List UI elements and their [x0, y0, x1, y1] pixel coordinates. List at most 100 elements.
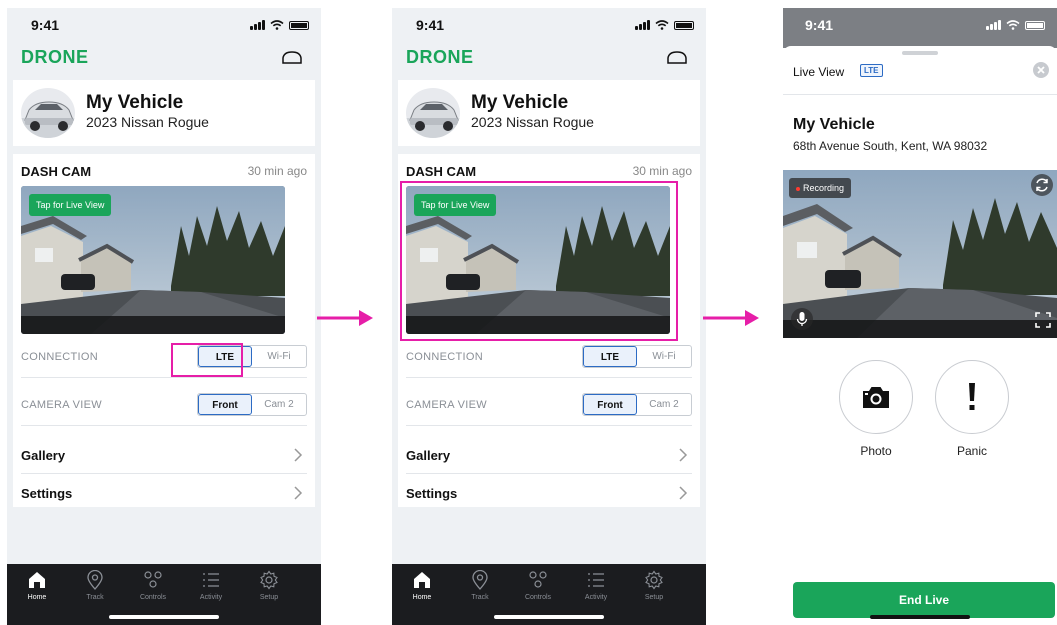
camera-view-label: CAMERA VIEW — [21, 399, 102, 411]
tab-activity[interactable]: Activity — [576, 570, 616, 601]
signal-icon — [986, 20, 1001, 30]
dashcam-updated: 30 min ago — [632, 164, 692, 178]
location-pin-icon — [87, 570, 103, 590]
tab-controls[interactable]: Controls — [518, 570, 558, 601]
gallery-row[interactable]: Gallery — [21, 436, 307, 474]
camera-view-label: CAMERA VIEW — [406, 399, 487, 411]
tab-home[interactable]: Home — [402, 570, 442, 601]
vehicle-icon[interactable] — [281, 50, 303, 66]
home-icon — [414, 572, 430, 588]
vehicle-address: 68th Avenue South, Kent, WA 98032 — [793, 139, 988, 153]
panic-button[interactable] — [935, 360, 1009, 434]
gear-icon — [645, 570, 663, 590]
status-bar: 9:41 — [7, 8, 321, 44]
tab-setup[interactable]: Setup — [634, 570, 674, 601]
vehicle-name: My Vehicle — [471, 92, 569, 113]
recording-dot-icon — [796, 186, 800, 191]
vehicle-icon[interactable] — [666, 50, 688, 66]
vehicle-model: 2023 Nissan Rogue — [471, 114, 594, 130]
connection-option-lte[interactable]: LTE — [583, 346, 637, 367]
photo-button[interactable] — [839, 360, 913, 434]
connection-option-wifi[interactable]: Wi-Fi — [252, 346, 306, 367]
microphone-button[interactable] — [791, 308, 813, 330]
live-video-feed[interactable]: Recording — [783, 170, 1057, 338]
wifi-icon — [655, 20, 669, 30]
tab-controls[interactable]: Controls — [133, 570, 173, 601]
microphone-icon — [796, 312, 808, 326]
rotate-camera-button[interactable] — [1031, 174, 1053, 196]
close-button[interactable] — [1033, 62, 1049, 78]
gallery-row[interactable]: Gallery — [406, 436, 692, 474]
live-view-sheet: Live View LTE My Vehicle 68th Avenue Sou… — [783, 46, 1057, 625]
arrow-right-icon — [703, 310, 759, 326]
tab-setup[interactable]: Setup — [249, 570, 289, 601]
sheet-grabber[interactable] — [902, 51, 938, 55]
vehicle-name: My Vehicle — [86, 92, 184, 113]
gear-icon — [260, 570, 278, 590]
signal-icon — [250, 20, 265, 30]
wifi-icon — [1006, 20, 1020, 30]
status-time: 9:41 — [31, 17, 60, 33]
settings-label: Settings — [21, 486, 73, 501]
fullscreen-icon[interactable] — [1035, 312, 1051, 328]
settings-label: Settings — [406, 486, 458, 501]
controls-icon — [144, 571, 162, 588]
connection-toggle: LTE Wi-Fi — [582, 345, 692, 368]
home-indicator — [870, 615, 970, 619]
tab-track[interactable]: Track — [75, 570, 115, 601]
tab-track[interactable]: Track — [460, 570, 500, 601]
camera-view-row: CAMERA VIEW Front Cam 2 — [406, 386, 692, 426]
phone-screen-dashboard: 9:41 DRONE My Vehicle 2023 Nissan Rogue … — [7, 8, 321, 625]
vehicle-card[interactable]: My Vehicle 2023 Nissan Rogue — [398, 80, 700, 146]
list-icon — [203, 573, 219, 587]
end-live-button[interactable]: End Live — [793, 582, 1055, 618]
connection-row: CONNECTION LTE Wi-Fi — [406, 338, 692, 378]
chevron-right-icon — [679, 448, 688, 462]
status-bar: 9:41 — [783, 8, 1057, 48]
tab-bar: Home Track Controls Activity Setup — [392, 564, 706, 625]
vehicle-photo — [21, 88, 75, 138]
location-pin-icon — [472, 570, 488, 590]
tab-home[interactable]: Home — [17, 570, 57, 601]
home-indicator — [494, 615, 604, 619]
gallery-label: Gallery — [21, 448, 66, 463]
photo-action[interactable]: Photo — [839, 360, 913, 458]
vehicle-photo — [406, 88, 460, 138]
home-icon — [29, 572, 45, 588]
photo-label: Photo — [860, 444, 892, 458]
gallery-label: Gallery — [406, 448, 451, 463]
status-time: 9:41 — [805, 17, 834, 33]
camera-view-toggle: Front Cam 2 — [197, 393, 307, 416]
connection-option-wifi[interactable]: Wi-Fi — [637, 346, 691, 367]
vehicle-name: My Vehicle — [793, 116, 875, 133]
camera-option-cam2[interactable]: Cam 2 — [637, 394, 691, 415]
dashcam-preview[interactable]: Tap for Live View — [21, 186, 285, 334]
camera-option-front[interactable]: Front — [583, 394, 637, 415]
tab-activity[interactable]: Activity — [191, 570, 231, 601]
tab-bar: Home Track Controls Activity Setup — [7, 564, 321, 625]
camera-option-front[interactable]: Front — [198, 394, 252, 415]
camera-icon — [863, 387, 889, 408]
vehicle-card[interactable]: My Vehicle 2023 Nissan Rogue — [13, 80, 315, 146]
settings-row[interactable]: Settings — [406, 474, 692, 512]
battery-icon — [1025, 21, 1045, 30]
dashcam-card: DASH CAM 30 min ago Tap for Live View CO… — [13, 154, 315, 507]
battery-icon — [674, 21, 694, 30]
list-icon — [588, 573, 604, 587]
connection-label: CONNECTION — [406, 351, 483, 363]
highlight-dashcam-preview — [400, 181, 678, 341]
panic-action[interactable]: Panic — [935, 360, 1009, 458]
home-indicator — [109, 615, 219, 619]
camera-view-row: CAMERA VIEW Front Cam 2 — [21, 386, 307, 426]
settings-row[interactable]: Settings — [21, 474, 307, 512]
dashcam-title: DASH CAM — [21, 164, 92, 179]
connection-badge: LTE — [860, 64, 883, 77]
status-bar: 9:41 — [392, 8, 706, 44]
dashcam-title: DASH CAM — [406, 164, 477, 179]
connection-label: CONNECTION — [21, 351, 98, 363]
close-icon — [1037, 66, 1045, 74]
camera-option-cam2[interactable]: Cam 2 — [252, 394, 306, 415]
brand-logo: DRONE — [21, 47, 89, 67]
controls-icon — [529, 571, 547, 588]
tap-live-view-button[interactable]: Tap for Live View — [29, 194, 112, 216]
